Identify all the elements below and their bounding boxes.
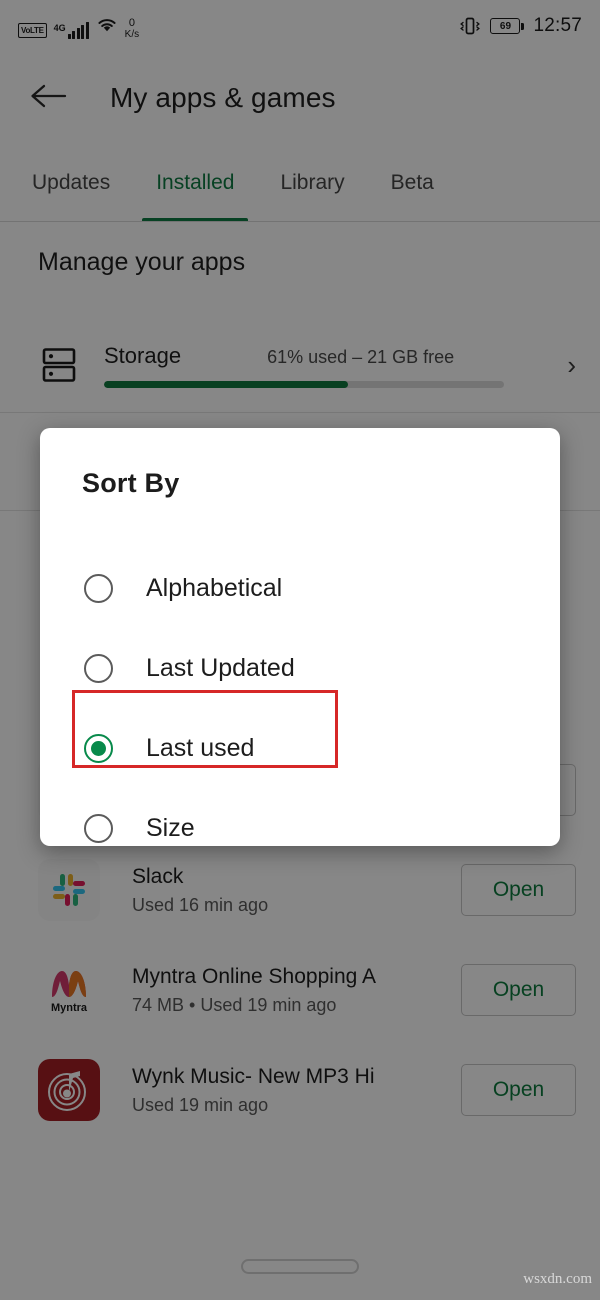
dialog-title: Sort By bbox=[82, 468, 180, 498]
radio-button-last-used[interactable] bbox=[84, 733, 113, 763]
sort-by-dialog: Sort By Alphabetical Last Updated Last u… bbox=[40, 428, 560, 846]
sort-option-size[interactable]: Size bbox=[40, 788, 560, 868]
radio-button-size[interactable] bbox=[84, 813, 113, 843]
sort-option-label: Alphabetical bbox=[146, 573, 283, 602]
sort-option-last-used[interactable]: Last used bbox=[40, 708, 560, 788]
phone-screen: VoLTE 4G 0 K/s 69 12:57 My apps & games … bbox=[0, 0, 600, 1300]
sort-option-label: Size bbox=[146, 813, 195, 842]
sort-option-last-updated[interactable]: Last Updated bbox=[40, 628, 560, 708]
watermark: wsxdn.com bbox=[523, 1271, 592, 1287]
radio-button-last-updated[interactable] bbox=[84, 653, 113, 683]
radio-button-alphabetical[interactable] bbox=[84, 573, 113, 603]
sort-option-label: Last Updated bbox=[146, 653, 295, 682]
sort-option-list: Alphabetical Last Updated Last used Size bbox=[40, 548, 560, 868]
sort-option-label: Last used bbox=[146, 733, 255, 762]
sort-option-alphabetical[interactable]: Alphabetical bbox=[40, 548, 560, 628]
